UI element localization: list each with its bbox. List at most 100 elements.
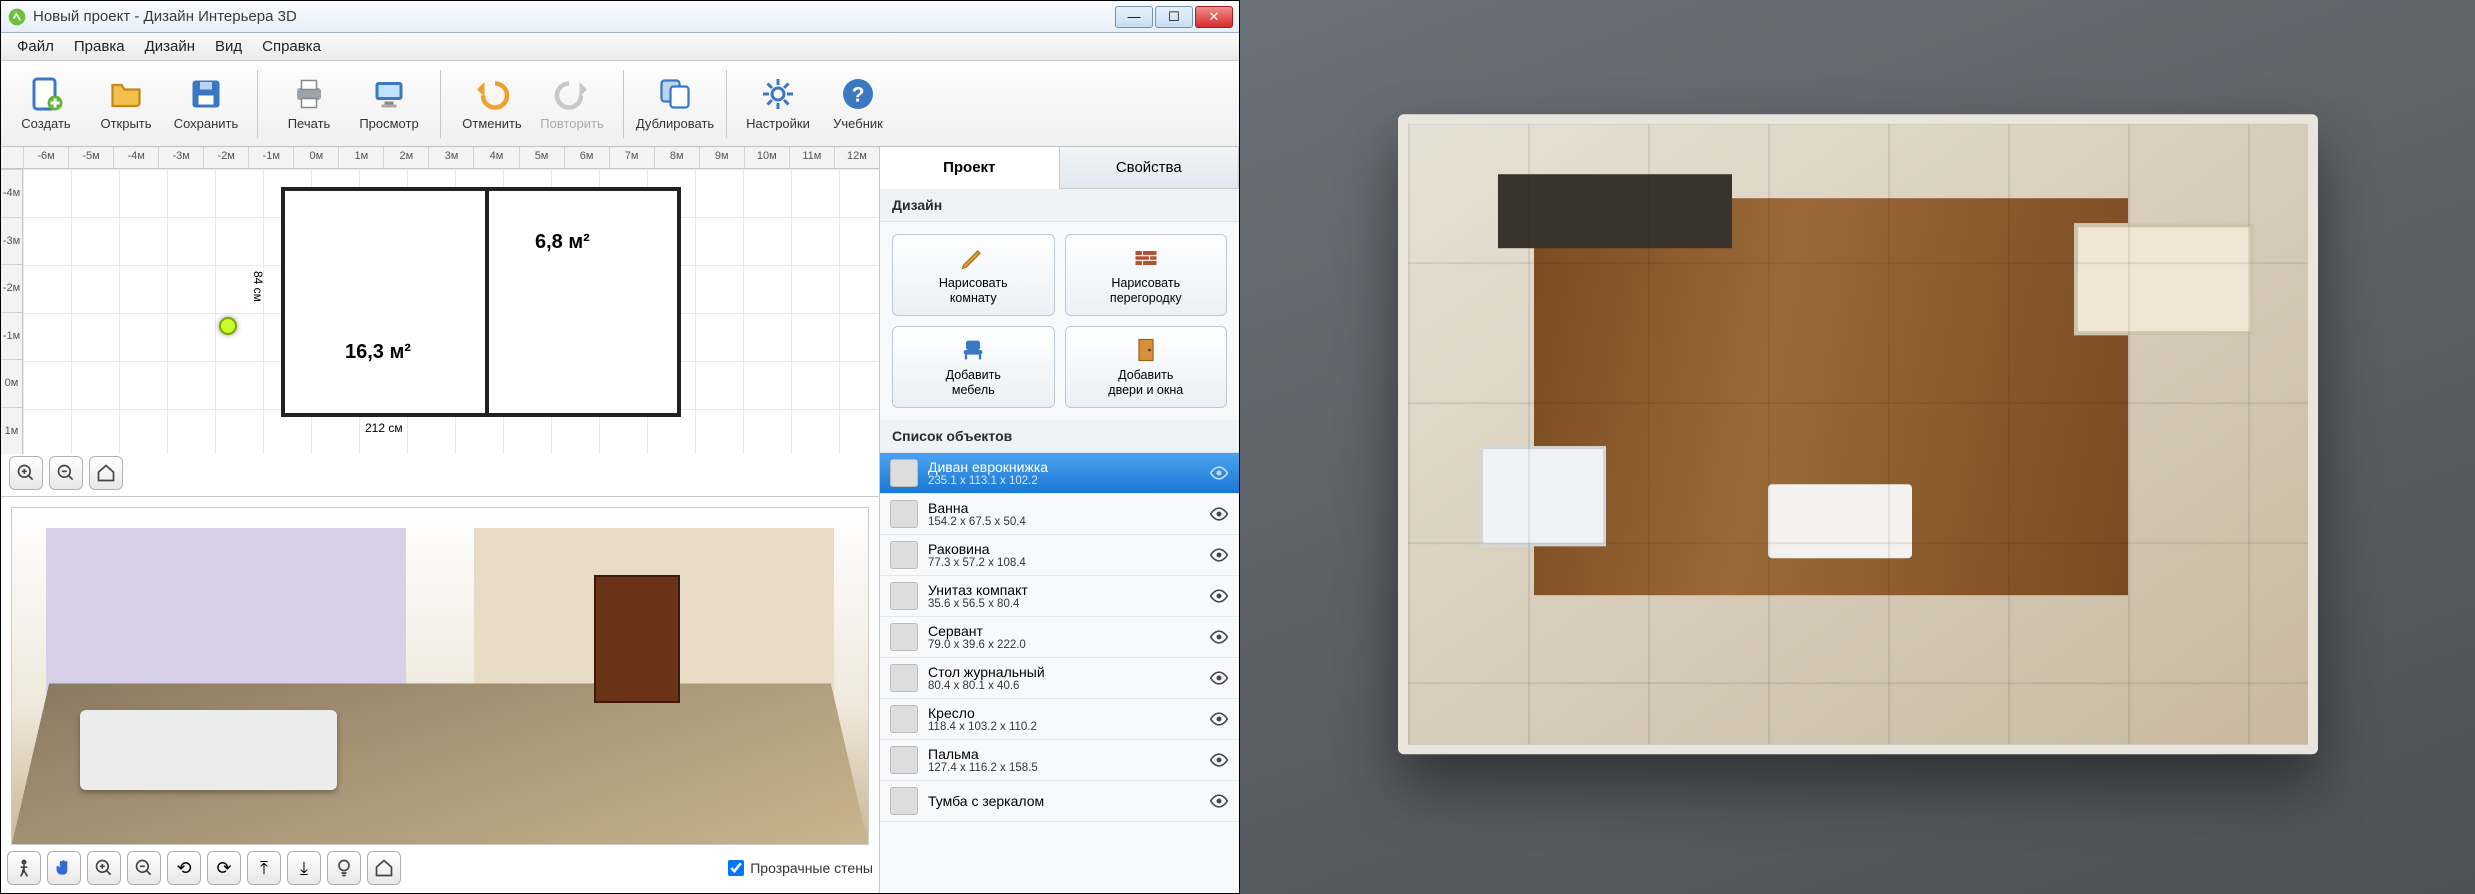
object-list-item[interactable]: Пальма 127.4 x 116.2 x 158.5	[880, 740, 1239, 781]
maximize-button[interactable]: ☐	[1155, 6, 1193, 28]
zoom-out-3d-button[interactable]	[127, 851, 161, 885]
person-icon	[14, 858, 34, 878]
zoom-out-button[interactable]	[49, 456, 83, 490]
home-3d-button[interactable]	[367, 851, 401, 885]
home-icon	[374, 858, 394, 878]
ruler-horizontal: -6м-5м-4м-3м-2м-1м0м1м2м3м4м5м6м7м8м9м10…	[1, 147, 879, 169]
dimension-left: 84 см	[251, 271, 265, 302]
ruler-tick: 12м	[834, 147, 879, 168]
visibility-icon[interactable]	[1209, 545, 1229, 565]
minimize-button[interactable]: —	[1115, 6, 1153, 28]
walk-mode-button[interactable]	[7, 851, 41, 885]
create-button[interactable]: Создать	[9, 68, 83, 140]
ruler-tick: 0м	[1, 359, 22, 407]
object-dims: 127.4 x 116.2 x 158.5	[928, 762, 1199, 774]
tab-properties[interactable]: Свойства	[1060, 147, 1240, 188]
object-thumb	[890, 500, 918, 528]
object-name: Диван еврокнижка	[928, 459, 1199, 475]
printer-icon	[291, 76, 327, 112]
save-button[interactable]: Сохранить	[169, 68, 243, 140]
tab-project[interactable]: Проект	[880, 147, 1060, 189]
duplicate-button[interactable]: Дублировать	[638, 68, 712, 140]
chair-icon	[959, 336, 987, 364]
view-3d-area[interactable]: ⟲ ⟳ ⤒ ⤓ Прозрачные стены	[1, 497, 879, 893]
zoom-in-3d-button[interactable]	[87, 851, 121, 885]
object-list-item[interactable]: Диван еврокнижка 235.1 x 113.1 x 102.2	[880, 453, 1239, 494]
ruler-tick: -3м	[1, 217, 22, 265]
transparent-walls-input[interactable]	[728, 860, 744, 876]
visibility-icon[interactable]	[1209, 627, 1229, 647]
hand-icon	[54, 858, 74, 878]
ruler-tick: 4м	[473, 147, 518, 168]
menu-edit[interactable]: Правка	[64, 34, 135, 59]
view3d-controls: ⟲ ⟳ ⤒ ⤓ Прозрачные стены	[7, 849, 873, 887]
ruler-tick: 11м	[789, 147, 834, 168]
magnify-plus-icon	[16, 463, 36, 483]
transparent-walls-checkbox[interactable]: Прозрачные стены	[728, 860, 873, 876]
app-icon	[7, 7, 27, 27]
visibility-icon[interactable]	[1209, 709, 1229, 729]
rotate-right-button[interactable]: ⟳	[207, 851, 241, 885]
object-list-item[interactable]: Унитаз компакт 35.6 x 56.5 x 80.4	[880, 576, 1239, 617]
object-dims: 154.2 x 67.5 x 50.4	[928, 516, 1199, 528]
plan-2d-area[interactable]: -6м-5м-4м-3м-2м-1м0м1м2м3м4м5м6м7м8м9м10…	[1, 147, 879, 497]
visibility-icon[interactable]	[1209, 504, 1229, 524]
close-button[interactable]: ✕	[1195, 6, 1233, 28]
draw-room-button[interactable]: Нарисовать комнату	[892, 234, 1055, 316]
menu-help[interactable]: Справка	[252, 34, 331, 59]
object-list-item[interactable]: Ванна 154.2 x 67.5 x 50.4	[880, 494, 1239, 535]
home-button[interactable]	[89, 456, 123, 490]
object-list-item[interactable]: Кресло 118.4 x 103.2 x 110.2	[880, 699, 1239, 740]
visibility-icon[interactable]	[1209, 668, 1229, 688]
visibility-icon[interactable]	[1209, 463, 1229, 483]
menu-file[interactable]: Файл	[7, 34, 64, 59]
ruler-tick: 0м	[293, 147, 338, 168]
object-list-item[interactable]: Сервант 79.0 x 39.6 x 222.0	[880, 617, 1239, 658]
gear-icon	[760, 76, 796, 112]
object-name: Сервант	[928, 623, 1199, 639]
light-button[interactable]	[327, 851, 361, 885]
settings-button[interactable]: Настройки	[741, 68, 815, 140]
object-list-item[interactable]: Раковина 77.3 x 57.2 x 108.4	[880, 535, 1239, 576]
redo-button[interactable]: Повторить	[535, 68, 609, 140]
object-dims: 77.3 x 57.2 x 108.4	[928, 557, 1199, 569]
magnify-minus-icon	[134, 858, 154, 878]
folder-open-icon	[108, 76, 144, 112]
pan-button[interactable]	[47, 851, 81, 885]
preview-button[interactable]: Просмотр	[352, 68, 426, 140]
object-thumb	[890, 664, 918, 692]
tutorial-button[interactable]: ? Учебник	[821, 68, 895, 140]
print-button[interactable]: Печать	[272, 68, 346, 140]
ruler-tick: 1м	[1, 407, 22, 455]
duplicate-icon	[657, 76, 693, 112]
ruler-tick: 9м	[699, 147, 744, 168]
ruler-tick: -5м	[68, 147, 113, 168]
visibility-icon[interactable]	[1209, 586, 1229, 606]
tilt-up-button[interactable]: ⤒	[247, 851, 281, 885]
add-furniture-button[interactable]: Добавить мебель	[892, 326, 1055, 408]
object-list[interactable]: Диван еврокнижка 235.1 x 113.1 x 102.2 В…	[880, 453, 1239, 893]
visibility-icon[interactable]	[1209, 791, 1229, 811]
object-list-item[interactable]: Стол журнальный 80.4 x 80.1 x 40.6	[880, 658, 1239, 699]
object-dims: 79.0 x 39.6 x 222.0	[928, 639, 1199, 651]
undo-button[interactable]: Отменить	[455, 68, 529, 140]
rotate-left-button[interactable]: ⟲	[167, 851, 201, 885]
menu-design[interactable]: Дизайн	[135, 34, 205, 59]
tilt-down-button[interactable]: ⤓	[287, 851, 321, 885]
floorplan[interactable]: 16,3 м² 6,8 м² 84 см 212 см	[281, 187, 681, 417]
object-name: Стол журнальный	[928, 664, 1199, 680]
selection-handle[interactable]	[219, 317, 237, 335]
open-button[interactable]: Открыть	[89, 68, 163, 140]
menu-view[interactable]: Вид	[205, 34, 252, 59]
visibility-icon[interactable]	[1209, 750, 1229, 770]
object-list-item[interactable]: Тумба с зеркалом	[880, 781, 1239, 822]
ruler-tick: -4м	[113, 147, 158, 168]
ruler-tick: 6м	[564, 147, 609, 168]
add-doors-button[interactable]: Добавить двери и окна	[1065, 326, 1228, 408]
draw-partition-button[interactable]: Нарисовать перегородку	[1065, 234, 1228, 316]
undo-icon	[474, 76, 510, 112]
object-thumb	[890, 705, 918, 733]
object-name: Тумба с зеркалом	[928, 793, 1199, 809]
zoom-in-button[interactable]	[9, 456, 43, 490]
render-3d	[11, 507, 869, 845]
